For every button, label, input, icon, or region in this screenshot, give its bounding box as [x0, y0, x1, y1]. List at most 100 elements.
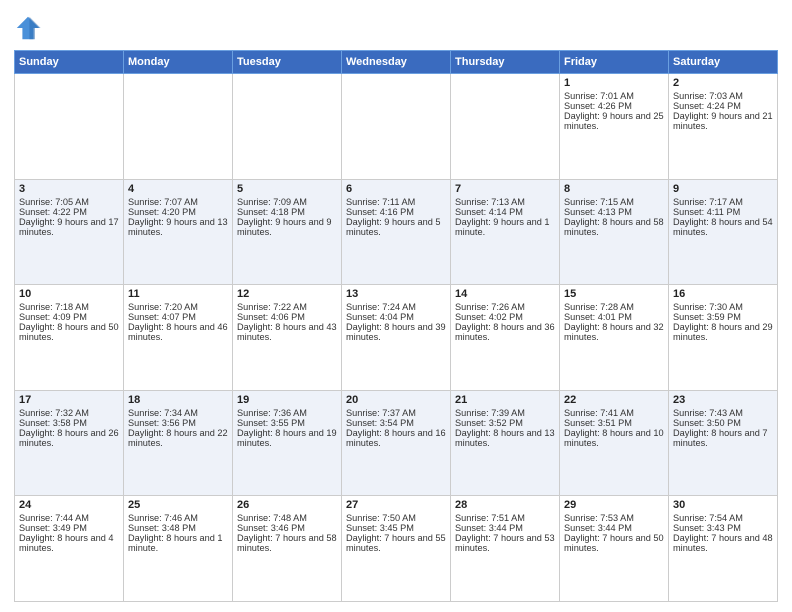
day-info: Daylight: 9 hours and 13 minutes.: [128, 217, 228, 237]
calendar-cell: 18Sunrise: 7:34 AMSunset: 3:56 PMDayligh…: [124, 390, 233, 496]
day-info: Sunrise: 7:48 AM: [237, 513, 337, 523]
day-info: Sunrise: 7:03 AM: [673, 91, 773, 101]
day-info: Sunrise: 7:05 AM: [19, 197, 119, 207]
calendar-cell: 12Sunrise: 7:22 AMSunset: 4:06 PMDayligh…: [233, 285, 342, 391]
calendar-cell: 14Sunrise: 7:26 AMSunset: 4:02 PMDayligh…: [451, 285, 560, 391]
day-number: 25: [128, 499, 228, 511]
day-info: Daylight: 8 hours and 26 minutes.: [19, 428, 119, 448]
day-info: Sunset: 4:11 PM: [673, 207, 773, 217]
calendar-cell: 11Sunrise: 7:20 AMSunset: 4:07 PMDayligh…: [124, 285, 233, 391]
calendar-cell: [451, 74, 560, 180]
day-info: Sunrise: 7:30 AM: [673, 302, 773, 312]
day-info: Daylight: 8 hours and 39 minutes.: [346, 322, 446, 342]
day-number: 10: [19, 288, 119, 300]
day-info: Sunset: 4:07 PM: [128, 312, 228, 322]
calendar-cell: 25Sunrise: 7:46 AMSunset: 3:48 PMDayligh…: [124, 496, 233, 602]
day-info: Sunset: 3:52 PM: [455, 418, 555, 428]
day-info: Sunset: 3:51 PM: [564, 418, 664, 428]
day-info: Daylight: 8 hours and 7 minutes.: [673, 428, 773, 448]
day-info: Sunrise: 7:32 AM: [19, 408, 119, 418]
day-info: Sunset: 4:14 PM: [455, 207, 555, 217]
day-info: Sunrise: 7:20 AM: [128, 302, 228, 312]
calendar-table: SundayMondayTuesdayWednesdayThursdayFrid…: [14, 50, 778, 602]
calendar-cell: 8 Sunrise: 7:15 AMSunset: 4:13 PMDaylight…: [560, 179, 669, 285]
day-info: Sunset: 4:04 PM: [346, 312, 446, 322]
day-info: Daylight: 8 hours and 32 minutes.: [564, 322, 664, 342]
calendar-cell: [342, 74, 451, 180]
day-info: Sunset: 3:58 PM: [19, 418, 119, 428]
day-number: 28: [455, 499, 555, 511]
day-number: 24: [19, 499, 119, 511]
day-info: Daylight: 9 hours and 1 minute.: [455, 217, 555, 237]
week-row-5: 24Sunrise: 7:44 AMSunset: 3:49 PMDayligh…: [15, 496, 778, 602]
day-info: Daylight: 7 hours and 48 minutes.: [673, 533, 773, 553]
day-info: Sunset: 3:54 PM: [346, 418, 446, 428]
calendar-cell: 5Sunrise: 7:09 AMSunset: 4:18 PMDaylight…: [233, 179, 342, 285]
day-info: Daylight: 9 hours and 25 minutes.: [564, 111, 664, 131]
day-info: Sunrise: 7:44 AM: [19, 513, 119, 523]
calendar-body: 1Sunrise: 7:01 AMSunset: 4:26 PMDaylight…: [15, 74, 778, 602]
day-number: 4: [128, 183, 228, 195]
day-number: 8: [564, 183, 664, 195]
day-info: Daylight: 8 hours and 13 minutes.: [455, 428, 555, 448]
day-info: Sunset: 4:02 PM: [455, 312, 555, 322]
day-info: Daylight: 7 hours and 58 minutes.: [237, 533, 337, 553]
day-info: Sunset: 4:20 PM: [128, 207, 228, 217]
weekday-header-monday: Monday: [124, 51, 233, 74]
day-number: 17: [19, 394, 119, 406]
calendar-cell: 15Sunrise: 7:28 AMSunset: 4:01 PMDayligh…: [560, 285, 669, 391]
day-info: Daylight: 8 hours and 54 minutes.: [673, 217, 773, 237]
day-number: 2: [673, 77, 773, 89]
calendar-cell: 16Sunrise: 7:30 AMSunset: 3:59 PMDayligh…: [669, 285, 778, 391]
day-info: Daylight: 8 hours and 36 minutes.: [455, 322, 555, 342]
day-info: Daylight: 9 hours and 9 minutes.: [237, 217, 337, 237]
day-info: Daylight: 8 hours and 58 minutes.: [564, 217, 664, 237]
day-number: 9: [673, 183, 773, 195]
day-info: Daylight: 8 hours and 29 minutes.: [673, 322, 773, 342]
day-info: Sunrise: 7:07 AM: [128, 197, 228, 207]
day-info: Daylight: 8 hours and 50 minutes.: [19, 322, 119, 342]
day-info: Sunrise: 7:11 AM: [346, 197, 446, 207]
day-number: 29: [564, 499, 664, 511]
calendar-cell: 22Sunrise: 7:41 AMSunset: 3:51 PMDayligh…: [560, 390, 669, 496]
header: [14, 10, 778, 42]
day-info: Sunset: 4:26 PM: [564, 101, 664, 111]
calendar-cell: [233, 74, 342, 180]
day-info: Sunrise: 7:51 AM: [455, 513, 555, 523]
day-number: 20: [346, 394, 446, 406]
calendar-cell: [124, 74, 233, 180]
day-info: Sunset: 3:44 PM: [564, 523, 664, 533]
day-info: Sunrise: 7:15 AM: [564, 197, 664, 207]
day-info: Daylight: 7 hours and 50 minutes.: [564, 533, 664, 553]
calendar-cell: 26Sunrise: 7:48 AMSunset: 3:46 PMDayligh…: [233, 496, 342, 602]
day-number: 3: [19, 183, 119, 195]
day-info: Sunset: 3:50 PM: [673, 418, 773, 428]
calendar-cell: 2Sunrise: 7:03 AMSunset: 4:24 PMDaylight…: [669, 74, 778, 180]
day-info: Daylight: 8 hours and 22 minutes.: [128, 428, 228, 448]
calendar-cell: 20Sunrise: 7:37 AMSunset: 3:54 PMDayligh…: [342, 390, 451, 496]
day-info: Daylight: 7 hours and 55 minutes.: [346, 533, 446, 553]
day-info: Sunset: 4:13 PM: [564, 207, 664, 217]
day-number: 30: [673, 499, 773, 511]
day-info: Sunrise: 7:43 AM: [673, 408, 773, 418]
weekday-header-sunday: Sunday: [15, 51, 124, 74]
day-info: Sunrise: 7:09 AM: [237, 197, 337, 207]
day-info: Sunset: 4:09 PM: [19, 312, 119, 322]
calendar-cell: 6Sunrise: 7:11 AMSunset: 4:16 PMDaylight…: [342, 179, 451, 285]
calendar-cell: 23Sunrise: 7:43 AMSunset: 3:50 PMDayligh…: [669, 390, 778, 496]
day-number: 5: [237, 183, 337, 195]
week-row-1: 1Sunrise: 7:01 AMSunset: 4:26 PMDaylight…: [15, 74, 778, 180]
day-number: 6: [346, 183, 446, 195]
day-number: 1: [564, 77, 664, 89]
calendar-cell: 10 Sunrise: 7:18 AMSunset: 4:09 PMDayligh…: [15, 285, 124, 391]
logo-icon: [14, 14, 42, 42]
day-info: Sunrise: 7:26 AM: [455, 302, 555, 312]
week-row-4: 17Sunrise: 7:32 AMSunset: 3:58 PMDayligh…: [15, 390, 778, 496]
day-info: Sunrise: 7:53 AM: [564, 513, 664, 523]
weekday-header-tuesday: Tuesday: [233, 51, 342, 74]
day-info: Sunrise: 7:18 AM: [19, 302, 119, 312]
calendar-cell: 27Sunrise: 7:50 AMSunset: 3:45 PMDayligh…: [342, 496, 451, 602]
calendar-cell: 3Sunrise: 7:05 AMSunset: 4:22 PMDaylight…: [15, 179, 124, 285]
day-info: Daylight: 9 hours and 17 minutes.: [19, 217, 119, 237]
weekday-header-wednesday: Wednesday: [342, 51, 451, 74]
